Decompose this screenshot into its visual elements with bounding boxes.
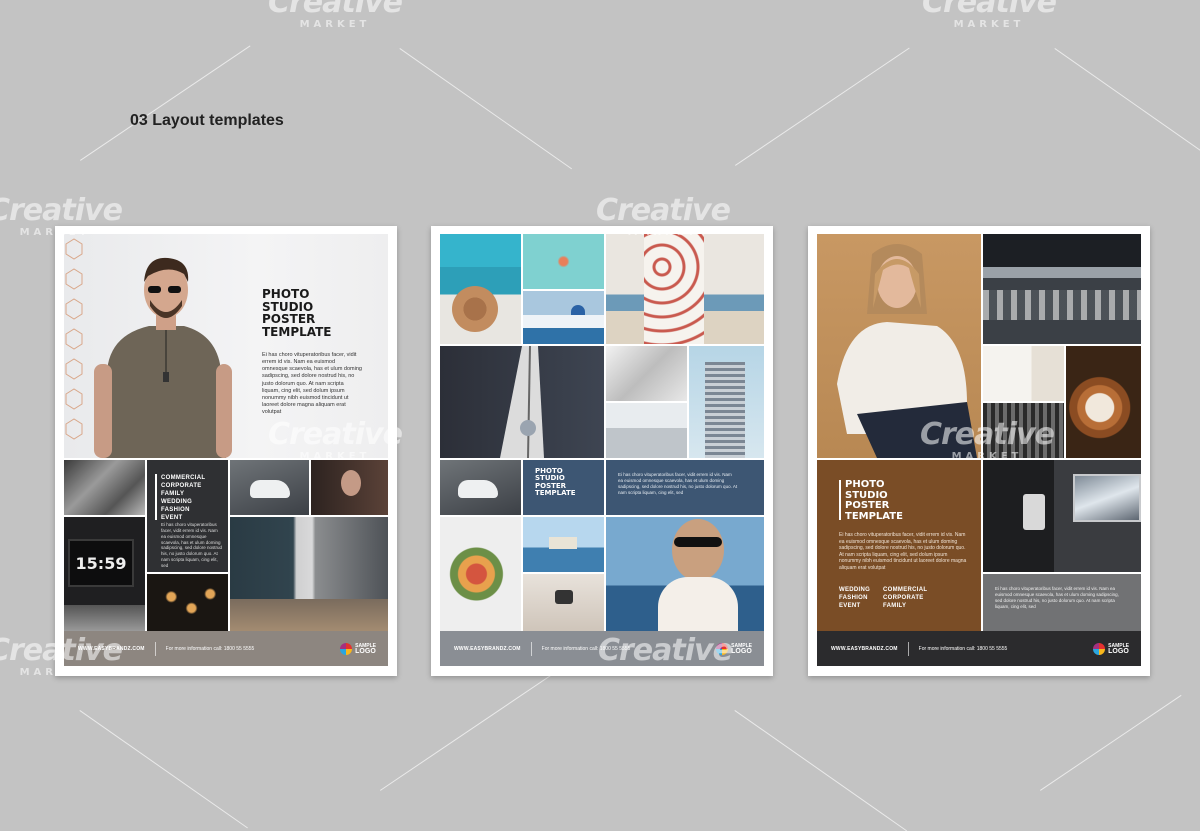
machinery-photo	[64, 460, 145, 515]
camera-girl-photo	[523, 574, 604, 631]
watermark-line	[735, 47, 910, 166]
watermark-logo: Creative MARKET	[920, 417, 1055, 462]
page-title: 03 Layout templates	[130, 112, 284, 129]
watermark-logo: Creative MARKET	[268, 0, 403, 30]
spiral-staircase-photo	[1066, 346, 1141, 458]
sailboat-illustration	[500, 346, 544, 458]
watermark-line	[734, 710, 908, 831]
services-panel: COMMERCIAL CORPORATE FAMILY WEDDING FASH…	[147, 460, 228, 572]
santorini-photo	[523, 291, 604, 344]
services-list: COMMERCIAL CORPORATE FAMILY WEDDING FASH…	[161, 475, 206, 522]
watermark-line	[399, 48, 573, 170]
coworking-space-photo	[983, 234, 1141, 344]
poster-footer: WWW.EASYBRANDZ.COM For more information …	[817, 631, 1141, 666]
watermark-line	[80, 45, 251, 161]
footer-url[interactable]: WWW.EASYBRANDZ.COM	[454, 646, 521, 652]
poster-title: PHOTO STUDIO POSTER TEMPLATE	[262, 287, 332, 339]
footer-url[interactable]: WWW.EASYBRANDZ.COM	[831, 646, 898, 652]
sneaker-photo	[440, 460, 521, 515]
laptop-phone-photo	[983, 460, 1141, 572]
floral-dress-photo	[606, 234, 764, 344]
text-panel: Ei has choro vituperatoribus facer, vidi…	[606, 460, 764, 515]
poster-body-text: Ei has choro vituperatoribus facer, vidi…	[262, 352, 362, 416]
white-architecture-photo	[606, 346, 687, 401]
logo-mark-icon	[1093, 642, 1106, 655]
watermark-logo: Creative MARKET	[922, 0, 1057, 30]
poster-title: PHOTO STUDIO POSTER TEMPLATE	[845, 479, 903, 522]
swimmer-aerial-photo	[523, 234, 604, 289]
services-list-b: COMMERCIAL CORPORATE FAMILY	[883, 587, 928, 610]
watermark-logo: Creative MARKET	[0, 633, 123, 678]
poster-template-2: PHOTO STUDIO POSTER TEMPLATE Ei has chor…	[431, 226, 773, 676]
woman-portrait-photo	[311, 460, 388, 515]
light-bulbs-photo	[147, 574, 228, 631]
watermark-logo: Creative MARKET	[268, 417, 403, 462]
logo-mark-icon	[340, 642, 353, 655]
poster-title: PHOTO STUDIO POSTER TEMPLATE	[535, 467, 576, 498]
watermark-logo: Creative MARKET	[0, 193, 123, 238]
brown-title-panel: PHOTO STUDIO POSTER TEMPLATE Ei has chor…	[817, 460, 981, 631]
watermark-line	[1040, 694, 1182, 791]
services-list-a: WEDDING FASHION EVENT	[839, 587, 871, 610]
building-photo	[689, 346, 764, 458]
watermark-logo: Creative MARKET	[596, 193, 731, 238]
food-bowl-photo	[440, 517, 521, 631]
desktop-clock-photo: 15:59	[64, 517, 145, 631]
side-body-text: Ei has choro vituperatoribus facer, vidi…	[995, 586, 1119, 609]
island-castle-photo	[523, 517, 604, 572]
panel-body-text: Ei has choro vituperatoribus facer, vidi…	[161, 522, 223, 568]
poster-body-text: Ei has choro vituperatoribus facer, vidi…	[618, 472, 738, 495]
pool-hat-photo	[440, 234, 521, 344]
sailboat-photo	[440, 346, 604, 458]
sample-logo: SAMPLE LOGO	[340, 642, 376, 655]
watermark-line	[380, 672, 555, 791]
title-panel: PHOTO STUDIO POSTER TEMPLATE	[523, 460, 604, 515]
corridor-photo	[230, 517, 388, 631]
watermark-logo: Creative MARKET	[598, 633, 733, 678]
watermark-line	[79, 710, 248, 829]
clock-display: 15:59	[68, 539, 134, 587]
watermark-line	[1054, 48, 1200, 164]
sneaker-photo	[230, 460, 309, 515]
woman-sunglasses-photo	[606, 517, 764, 631]
office-desk-photo	[606, 403, 687, 458]
poster-body-text: Ei has choro vituperatoribus facer, vidi…	[839, 532, 967, 571]
shelf-decor-photo	[983, 346, 1064, 401]
footer-info: For more information call: 1800 55 5555	[918, 645, 1008, 652]
grey-text-panel: Ei has choro vituperatoribus facer, vidi…	[983, 574, 1141, 631]
footer-info: For more information call: 1800 55 5555	[165, 645, 255, 652]
sample-logo: SAMPLE LOGO	[1093, 642, 1129, 655]
